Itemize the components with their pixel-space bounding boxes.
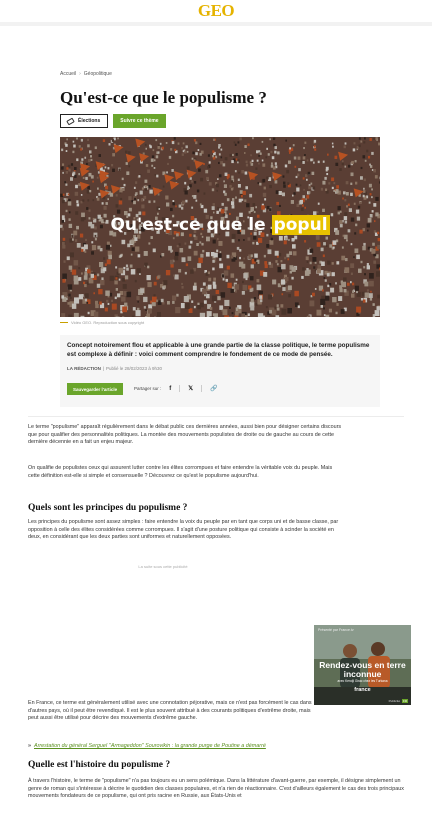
ad-title: Rendez-vous en terre inconnue <box>319 660 406 679</box>
ad-banner[interactable]: Présenté par France.tv Rendez-vous en te… <box>314 625 411 705</box>
publish-date: Publié le 28/02/2023 à 9h30 <box>106 366 163 371</box>
article-meta: LA RÉDACTION | Publié le 28/02/2023 à 9h… <box>67 366 162 371</box>
image-credit: Vidéo GEO. Reproduction sous copyright <box>60 320 144 325</box>
paragraph-2: On qualifie de populistes ceux qui assur… <box>28 465 333 479</box>
breadcrumb-home[interactable]: Accueil <box>60 71 76 77</box>
ad-label: La suite sous cette publicité <box>138 564 188 569</box>
ad-foot-label: Publicité <box>388 699 400 703</box>
heading-history: Quelle est l'histoire du populisme ? <box>28 760 171 770</box>
tag-elections[interactable]: Élections <box>60 114 109 128</box>
share-label: Partager sur : <box>134 386 162 391</box>
ad-footer: Publicité FR <box>389 699 408 703</box>
article-chapo: Concept notoirement flou et applicable à… <box>67 342 370 358</box>
ad-head: Présenté par France.tv <box>318 628 354 632</box>
related-article: » Arrestation du général Sergueï "Armage… <box>28 743 266 749</box>
share-bar: Partager sur : f 𝕏 🔗 <box>134 385 218 392</box>
content-divider <box>28 416 404 417</box>
ad-badge: FR <box>402 699 408 703</box>
hero-caption: Qu'est-ce que le popul <box>60 215 380 235</box>
chapo-box: Concept notoirement flou et applicable à… <box>60 335 380 407</box>
share-divider <box>179 385 181 392</box>
ad-subtitle: avec Kendji Girac chez les Turkana <box>337 679 388 683</box>
paragraph-1: Le terme "populisme" apparaît régulièrem… <box>28 424 342 446</box>
credit-text: Vidéo GEO. Reproduction sous copyright <box>71 320 145 325</box>
facebook-icon[interactable]: f <box>169 386 171 392</box>
link-icon[interactable]: 🔗 <box>210 385 217 392</box>
breadcrumb-section[interactable]: Géopolitique <box>84 71 112 77</box>
paragraph-3: Les principes du populisme sont assez si… <box>28 519 339 541</box>
meta-separator: | <box>102 366 105 371</box>
follow-theme-button[interactable]: Suivre ce thème <box>113 114 166 128</box>
page-title: Qu'est-ce que le populisme ? <box>60 88 267 107</box>
breadcrumb: Accueil › Géopolitique <box>60 71 112 77</box>
credit-bar <box>60 322 68 323</box>
hero-caption-main: Qu'est-ce que le <box>110 215 272 235</box>
tag-icon <box>66 117 75 125</box>
top-bar: GEO <box>0 0 432 22</box>
heading-principles: Quels sont les principes du populisme ? <box>28 503 188 513</box>
x-icon[interactable]: 𝕏 <box>188 385 193 392</box>
tag-row: Élections Suivre ce thème <box>60 114 166 128</box>
paragraph-5: À travers l'histoire, le terme de "popul… <box>28 778 404 800</box>
save-article-button[interactable]: Sauvegarder l'article <box>67 383 124 395</box>
share-divider <box>201 385 203 392</box>
breadcrumb-separator: › <box>79 71 81 77</box>
hero-caption-highlight: popul <box>271 215 330 235</box>
tag-label: Élections <box>78 118 101 124</box>
related-link[interactable]: Arrestation du général Sergueï "Armagedd… <box>34 743 266 749</box>
related-arrow: » <box>28 743 31 749</box>
author[interactable]: LA RÉDACTION <box>67 366 101 371</box>
ad-brand: france <box>354 687 371 693</box>
header-divider <box>0 22 432 26</box>
paragraph-4: En France, ce terme est généralement uti… <box>28 700 312 722</box>
geo-logo[interactable]: GEO <box>198 0 235 22</box>
hero-video[interactable]: Qu'est-ce que le popul <box>60 137 380 317</box>
